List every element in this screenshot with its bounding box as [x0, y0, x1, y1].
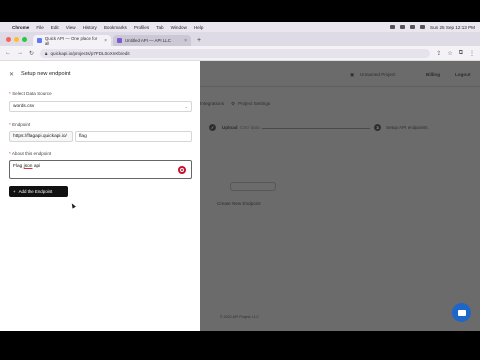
menu-file[interactable]: File	[36, 25, 43, 30]
bookmark-star-icon[interactable]: ☆	[447, 50, 452, 57]
required-asterisk: *	[9, 151, 11, 156]
tab-close-icon[interactable]: ×	[104, 38, 107, 44]
url-text: quickapi.io/projects/p7FDL0oXnKb/edit	[50, 50, 130, 56]
menu-app-name[interactable]: Chrome	[12, 25, 29, 30]
lock-icon: 🔒︎	[45, 50, 48, 56]
new-tab-icon[interactable]: +	[193, 37, 205, 46]
search-icon[interactable]	[410, 25, 416, 29]
step-1-sub: CSV data	[240, 125, 260, 130]
add-endpoint-button[interactable]: + Add the Endpoint	[9, 186, 68, 197]
menu-edit[interactable]: Edit	[51, 25, 59, 30]
browser-toolbar: ← → ↻ 🔒︎ quickapi.io/projects/p7FDL0oXnK…	[0, 46, 480, 61]
endpoint-label: * Endpoint	[9, 122, 30, 127]
about-textarea[interactable]: Flag json api	[9, 160, 192, 179]
browser-tabstrip: Quick API — One place for all × Untitled…	[0, 32, 480, 46]
about-label: * About this endpoint	[9, 151, 51, 156]
tab-title: Quick API — One place for all	[44, 35, 98, 46]
step-1-check-icon: ✓	[209, 124, 216, 131]
window-controls	[0, 37, 33, 46]
required-asterisk: *	[9, 91, 11, 96]
data-source-label-text: Select Data Source	[12, 91, 52, 96]
about-label-text: About this endpoint	[11, 151, 52, 156]
about-text-end: api	[32, 164, 41, 169]
about-text-start: Flag	[13, 164, 24, 169]
mouse-cursor-icon	[70, 202, 76, 209]
endpoint-label-text: Endpoint	[12, 122, 31, 127]
panel-header: ✕ Setup new endpoint	[0, 61, 200, 87]
data-source-value: words.csv	[13, 104, 35, 109]
settings-icon: ⚙	[231, 101, 236, 106]
app-topbar: ▣ Unnamed Project Billing Logout	[200, 61, 480, 87]
step-1-label: Upload	[222, 125, 238, 130]
page-content: ▣ Unnamed Project Billing Logout Integra…	[0, 61, 480, 331]
logout-link[interactable]: Logout	[455, 72, 471, 77]
create-endpoint-link[interactable]: Create New Endpoint	[217, 201, 261, 206]
clock[interactable]: Sun 25 Sep 12:13 PM	[430, 25, 475, 30]
panel-title: Setup new endpoint	[21, 71, 71, 77]
minimize-window-icon[interactable]	[14, 37, 19, 42]
required-asterisk: *	[9, 122, 11, 127]
upgrade-icon[interactable]: ▣	[350, 72, 354, 78]
chat-support-button[interactable]	[452, 303, 471, 322]
close-icon[interactable]: ✕	[9, 71, 14, 78]
menu-tab[interactable]: Tab	[156, 25, 163, 30]
nav-integrations[interactable]: Integrations	[200, 101, 224, 106]
menu-history[interactable]: History	[83, 25, 97, 30]
reload-icon[interactable]: ↻	[29, 50, 34, 57]
menu-view[interactable]: View	[66, 25, 76, 30]
menu-help[interactable]: Help	[194, 25, 203, 30]
nav-project-settings[interactable]: Project Settings	[238, 101, 270, 106]
battery-icon[interactable]	[390, 25, 396, 29]
data-source-select[interactable]: words.csv ⌄	[9, 101, 192, 112]
mac-menubar: Chrome File Edit View History Bookmarks …	[0, 22, 480, 32]
chat-bubble-icon	[457, 309, 466, 316]
status-area: Sun 25 Sep 12:13 PM	[390, 25, 480, 30]
close-window-icon[interactable]	[6, 37, 11, 42]
more-menu-icon[interactable]: ⋮	[469, 50, 475, 57]
tab-favicon-icon	[37, 38, 42, 43]
billing-link[interactable]: Billing	[426, 72, 440, 77]
plus-icon: +	[13, 189, 16, 194]
empty-state-placeholder	[230, 182, 276, 191]
share-icon[interactable]: ⇪	[436, 50, 441, 57]
menu-window[interactable]: Window	[171, 25, 187, 30]
step-3-number: 3	[374, 124, 381, 131]
browser-tab[interactable]: Untitled API — API LLC ×	[113, 35, 191, 46]
data-source-label: * Select Data Source	[9, 91, 52, 96]
tab-close-icon[interactable]: ×	[184, 38, 187, 44]
endpoint-path-input[interactable]: flag	[75, 131, 192, 142]
chevron-down-icon: ⌄	[184, 104, 188, 109]
forward-icon[interactable]: →	[17, 50, 23, 56]
stepper-divider	[262, 128, 370, 129]
modal-backdrop[interactable]: ▣ Unnamed Project Billing Logout Integra…	[200, 61, 480, 331]
wifi-icon[interactable]	[400, 25, 406, 29]
back-icon[interactable]: ←	[5, 50, 11, 56]
tab-favicon-icon	[117, 38, 122, 43]
add-endpoint-label: Add the Endpoint	[18, 189, 53, 194]
step-3-label: Setup API endpoints	[386, 125, 428, 130]
menu-bookmarks[interactable]: Bookmarks	[104, 25, 127, 30]
maximize-window-icon[interactable]	[22, 37, 27, 42]
setup-endpoint-panel: ✕ Setup new endpoint * Select Data Sourc…	[0, 61, 200, 331]
control-center-icon[interactable]	[420, 25, 426, 29]
tab-title: Untitled API — API LLC	[125, 38, 171, 43]
browser-tab-active[interactable]: Quick API — One place for all ×	[33, 35, 111, 46]
footer-copyright: © 2022 API Project, LLC	[220, 315, 260, 319]
menu-profiles[interactable]: Profiles	[134, 25, 149, 30]
endpoint-base-value: https://flagapi.quickapi.io/	[13, 134, 67, 139]
project-name[interactable]: Unnamed Project	[360, 72, 396, 77]
grammarly-icon[interactable]	[178, 166, 186, 174]
endpoint-path-value: flag	[79, 134, 87, 139]
endpoint-base-url: https://flagapi.quickapi.io/	[9, 131, 73, 142]
extensions-icon[interactable]: ⧉	[459, 50, 463, 57]
address-bar[interactable]: 🔒︎ quickapi.io/projects/p7FDL0oXnKb/edit	[40, 48, 431, 58]
